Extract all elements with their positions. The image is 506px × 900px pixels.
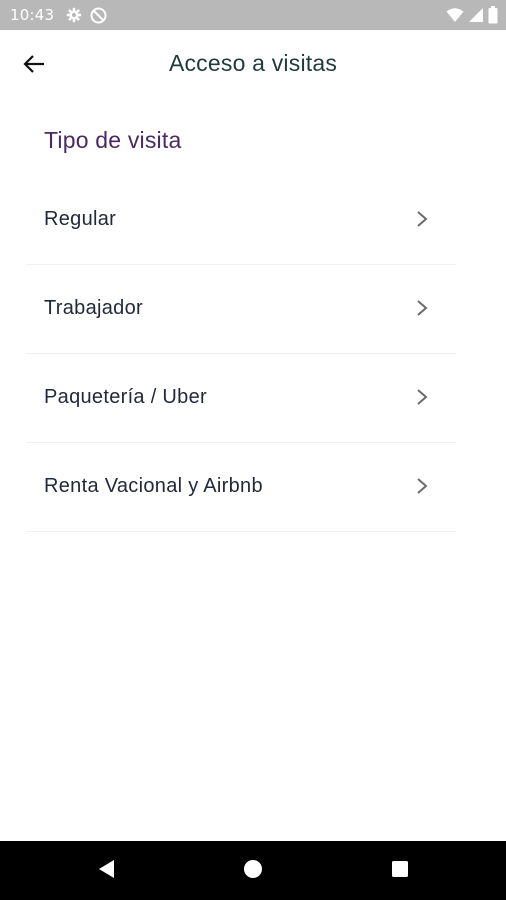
status-bar: 10:43	[0, 0, 506, 30]
visit-type-list: Regular Trabajador Paquetería / Uber Ren…	[26, 176, 456, 532]
nav-back-button[interactable]	[94, 859, 118, 883]
page-title: Acceso a visitas	[168, 50, 338, 76]
visit-type-regular[interactable]: Regular	[26, 176, 456, 265]
list-item-label: Renta Vacional y Airbnb	[44, 475, 263, 497]
battery-icon	[488, 6, 498, 24]
chevron-right-icon	[414, 387, 430, 407]
chevron-right-icon	[414, 209, 430, 229]
status-left-icons	[66, 7, 107, 24]
list-item-label: Paquetería / Uber	[44, 386, 207, 408]
visit-type-trabajador[interactable]: Trabajador	[26, 265, 456, 354]
do-not-disturb-icon	[90, 7, 107, 24]
app-bar: Acceso a visitas	[0, 30, 506, 100]
visit-type-renta-vacional-airbnb[interactable]: Renta Vacional y Airbnb	[26, 443, 456, 532]
list-item-label: Regular	[44, 208, 117, 230]
recents-square-icon	[391, 860, 409, 883]
chevron-right-icon	[414, 476, 430, 496]
section-title: Tipo de visita	[44, 127, 182, 153]
chevron-right-icon	[414, 298, 430, 318]
home-circle-icon	[243, 859, 263, 884]
wifi-icon	[446, 7, 464, 23]
nav-recents-button[interactable]	[388, 859, 412, 883]
back-triangle-icon	[96, 858, 116, 885]
status-right-icons	[446, 0, 498, 30]
gear-icon	[66, 7, 82, 23]
status-time: 10:43	[10, 6, 55, 24]
visit-type-paqueteria-uber[interactable]: Paquetería / Uber	[26, 354, 456, 443]
nav-home-button[interactable]	[241, 859, 265, 883]
list-item-label: Trabajador	[44, 297, 143, 319]
screen: 10:43 Acceso a visitas Tipo de visita Re…	[0, 0, 506, 900]
signal-icon	[468, 7, 484, 23]
system-nav-bar	[0, 841, 506, 900]
